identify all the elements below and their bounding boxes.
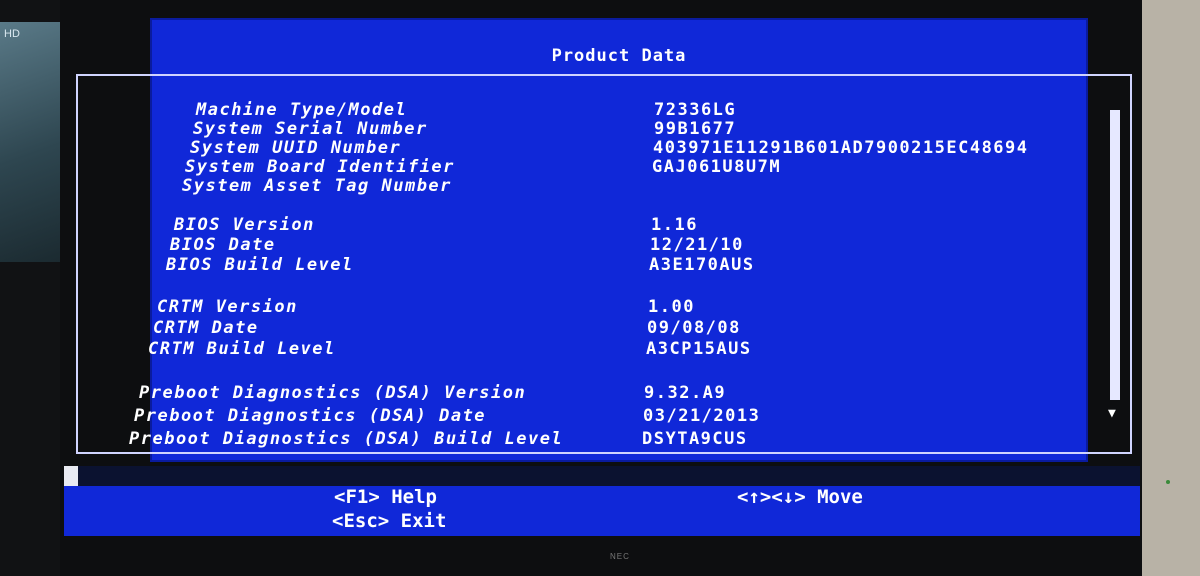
monitor-brand-logo: NEC — [610, 552, 630, 561]
row-dsa-date: Preboot Diagnostics (DSA) Date 03/21/201… — [78, 406, 1130, 428]
row-label: BIOS Date — [170, 235, 276, 255]
text-cursor — [64, 466, 78, 486]
status-bar — [64, 466, 1140, 486]
row-label: CRTM Date — [153, 318, 259, 338]
row-label: BIOS Version — [174, 215, 315, 235]
row-crtm-version: CRTM Version 1.00 — [78, 297, 1130, 319]
row-value: 1.00 — [648, 297, 695, 317]
row-value: DSYTA9CUS — [642, 429, 748, 449]
row-value: 99B1677 — [654, 119, 737, 139]
bios-screen: Product Data Machine Type/Model 72336LG … — [76, 18, 1132, 462]
row-label: System UUID Number — [190, 138, 402, 158]
row-value: 9.32.A9 — [644, 383, 727, 403]
page-title: Product Data — [551, 46, 687, 66]
move-key[interactable]: <↑><↓> Move — [737, 486, 863, 508]
row-label: Preboot Diagnostics (DSA) Version — [139, 383, 527, 403]
wall-background — [1138, 0, 1200, 576]
exit-key[interactable]: <Esc> Exit — [332, 510, 446, 532]
row-value: GAJ061U8U7M — [652, 157, 782, 177]
row-label: System Board Identifier — [185, 157, 455, 177]
product-data-panel: Machine Type/Model 72336LG System Serial… — [76, 74, 1132, 454]
row-label: CRTM Version — [157, 297, 298, 317]
row-label: Preboot Diagnostics (DSA) Build Level — [129, 429, 564, 449]
row-bios-version: BIOS Version 1.16 — [78, 215, 1130, 237]
row-dsa-build-level: Preboot Diagnostics (DSA) Build Level DS… — [78, 429, 1130, 451]
row-label: Preboot Diagnostics (DSA) Date — [134, 406, 487, 426]
row-value: 09/08/08 — [647, 318, 741, 338]
product-data-list: Machine Type/Model 72336LG System Serial… — [78, 76, 1130, 452]
row-value: 72336LG — [654, 100, 737, 120]
help-key[interactable]: <F1> Help — [334, 486, 437, 508]
row-asset-tag: System Asset Tag Number — [78, 176, 1130, 198]
row-label: CRTM Build Level — [148, 339, 336, 359]
adjacent-monitor-label: HD — [4, 28, 20, 40]
adjacent-monitor-screen: HD — [0, 22, 60, 262]
row-dsa-version: Preboot Diagnostics (DSA) Version 9.32.A… — [78, 383, 1130, 405]
row-value: 403971E11291B601AD7900215EC48694 — [653, 138, 1029, 158]
scroll-down-arrow-icon[interactable]: ▼ — [1108, 406, 1116, 421]
footer-key-help: <F1> Help <Esc> Exit <↑><↓> Move — [64, 486, 1140, 536]
row-bios-date: BIOS Date 12/21/10 — [78, 235, 1130, 257]
row-label: Machine Type/Model — [196, 100, 408, 120]
power-led — [1166, 480, 1170, 484]
row-crtm-date: CRTM Date 09/08/08 — [78, 318, 1130, 340]
row-value: 1.16 — [651, 215, 698, 235]
scrollbar-thumb[interactable] — [1110, 110, 1120, 400]
row-value: 12/21/10 — [650, 235, 744, 255]
row-label: System Asset Tag Number — [182, 176, 452, 196]
title-bar: Product Data — [152, 20, 1086, 80]
scrollbar[interactable]: ▼ — [1108, 110, 1122, 430]
row-value: A3CP15AUS — [646, 339, 752, 359]
row-crtm-build-level: CRTM Build Level A3CP15AUS — [78, 339, 1130, 361]
row-label: System Serial Number — [193, 119, 428, 139]
row-value: 03/21/2013 — [643, 406, 761, 426]
row-bios-build-level: BIOS Build Level A3E170AUS — [78, 255, 1130, 277]
row-label: BIOS Build Level — [166, 255, 354, 275]
row-value: A3E170AUS — [649, 255, 755, 275]
